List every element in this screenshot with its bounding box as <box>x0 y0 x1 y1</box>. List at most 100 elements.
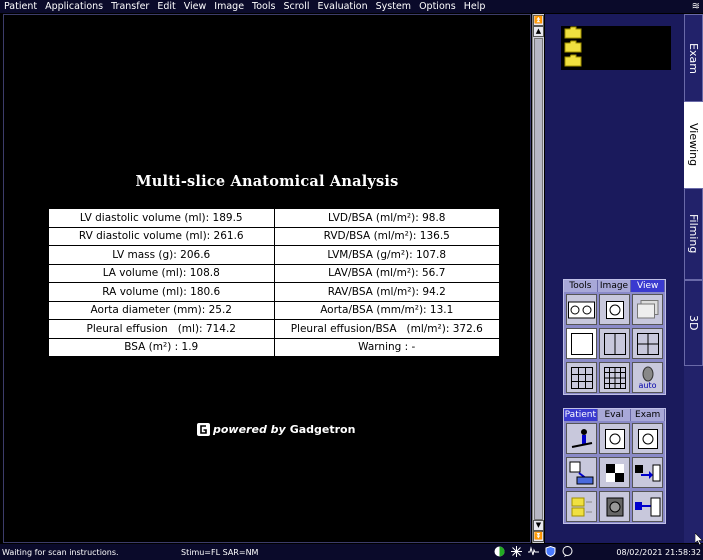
network-send-button[interactable] <box>632 491 663 522</box>
tab-exam[interactable]: Exam <box>684 14 703 102</box>
tab-3d[interactable]: 3D <box>684 280 703 366</box>
tab-viewing[interactable]: Viewing <box>684 102 703 188</box>
scroll-top-icon[interactable]: ⏫ <box>533 15 544 26</box>
measurement-cell: LV diastolic volume (ml): 189.5 <box>48 208 275 228</box>
shield-icon[interactable] <box>545 546 556 557</box>
folder-icon[interactable] <box>564 54 582 67</box>
tab-filming[interactable]: Filming <box>684 188 703 280</box>
folder-open-icon[interactable] <box>564 26 582 39</box>
load-to-viewer-button[interactable] <box>566 457 597 488</box>
measurement-cell: LA volume (ml): 108.8 <box>48 263 275 283</box>
tab-eval[interactable]: Eval <box>597 409 632 421</box>
gadgetron-logo-icon <box>197 423 210 436</box>
image-viewport[interactable]: Multi-slice Anatomical Analysis LV diast… <box>3 14 531 543</box>
auto-layout-button[interactable]: auto <box>632 362 663 393</box>
stack-view-icon <box>568 301 595 318</box>
table-row: Aorta diameter (mm): 25.2 Aorta/BSA (mm/m… <box>48 300 500 320</box>
right-panel: Exam Viewing Filming 3D Tools Image View <box>545 14 703 543</box>
image-browser-icon <box>604 428 625 449</box>
archive-button[interactable] <box>599 491 630 522</box>
menu-view[interactable]: View <box>180 1 211 12</box>
auto-label: auto <box>638 380 657 390</box>
indexed-measurement-cell: LAV/BSA (ml/m²): 56.7 <box>273 263 500 283</box>
series-folder-area[interactable] <box>561 26 671 70</box>
single-image-view-button[interactable] <box>599 294 630 325</box>
table-row: RA volume (ml): 180.6 RAV/BSA (ml/m²): 94… <box>48 282 500 302</box>
image-view-icon <box>637 428 658 449</box>
tab-image[interactable]: Image <box>597 280 632 292</box>
menu-patient[interactable]: Patient <box>0 1 41 12</box>
status-bar: Waiting for scan instructions. Stimu=FL … <box>0 544 703 560</box>
mouse-cursor-icon <box>695 533 703 545</box>
patient-images-button[interactable] <box>632 423 663 454</box>
table-row: Pleural effusion (ml): 714.2 Pleural effu… <box>48 319 500 339</box>
powered-by-gadgetron: powered by Gadgetron <box>197 423 355 436</box>
folder-icon[interactable] <box>564 40 582 53</box>
tab-filming-label: Filming <box>687 214 700 254</box>
table-row: LA volume (ml): 108.8 LAV/BSA (ml/m²): 56… <box>48 263 500 283</box>
menu-system[interactable]: System <box>372 1 415 12</box>
indexed-measurement-cell: Pleural effusion/BSA (ml/m²): 372.6 <box>273 319 500 339</box>
layout-3x3-icon <box>570 366 593 389</box>
menu-tools[interactable]: Tools <box>248 1 279 12</box>
scroll-bottom-icon[interactable]: ⏬ <box>533 531 544 542</box>
layout-1x1-button[interactable] <box>566 328 597 359</box>
network-transfer-icon <box>634 497 660 516</box>
image-stack-icon <box>636 299 658 318</box>
measurement-cell: BSA (m²) : 1.9 <box>48 337 275 357</box>
scanner-status-icon[interactable] <box>494 546 505 557</box>
transfer-image-button[interactable] <box>632 457 663 488</box>
table-row: LV diastolic volume (ml): 189.5 LVD/BSA (… <box>48 208 500 228</box>
measurement-cell: RA volume (ml): 180.6 <box>48 282 275 302</box>
menu-help[interactable]: Help <box>460 1 490 12</box>
table-row: LV mass (g): 206.6 LVM/BSA (g/m²): 107.8 <box>48 245 500 265</box>
menu-edit[interactable]: Edit <box>153 1 179 12</box>
stimulation-status: Stimu=FL SAR=NM <box>181 548 259 557</box>
menu-scroll[interactable]: Scroll <box>279 1 313 12</box>
layout-1x2-button[interactable] <box>599 328 630 359</box>
network-status-icon[interactable] <box>511 546 522 557</box>
checkerboard-button[interactable] <box>599 457 630 488</box>
menu-corner-icon[interactable]: ≋ <box>692 0 700 13</box>
layout-1x2-icon <box>603 332 626 355</box>
tab-view[interactable]: View <box>631 280 666 292</box>
checkerboard-icon <box>605 463 624 482</box>
menu-image[interactable]: Image <box>210 1 248 12</box>
scroll-up-icon[interactable]: ▲ <box>533 26 544 37</box>
indexed-measurement-cell: RVD/BSA (ml/m²): 136.5 <box>273 226 500 246</box>
powered-by-label: powered by <box>213 423 286 436</box>
menu-applications[interactable]: Applications <box>41 1 107 12</box>
layout-3x3-button[interactable] <box>566 362 597 393</box>
measurement-cell: Pleural effusion (ml): 714.2 <box>48 319 275 339</box>
tab-exam-tools[interactable]: Exam <box>631 409 666 421</box>
help-bubble-icon[interactable] <box>562 546 573 557</box>
signal-status-icon[interactable] <box>528 546 539 557</box>
tab-viewing-label: Viewing <box>687 123 700 167</box>
tab-tools[interactable]: Tools <box>564 280 598 292</box>
layout-2x2-icon <box>636 332 659 355</box>
stack-view-button[interactable] <box>566 294 597 325</box>
menu-transfer[interactable]: Transfer <box>107 1 153 12</box>
multi-image-view-button[interactable] <box>632 294 663 325</box>
layout-2x2-button[interactable] <box>632 328 663 359</box>
layout-1x1-icon <box>570 332 593 355</box>
menu-options[interactable]: Options <box>415 1 460 12</box>
indexed-measurement-cell: LVD/BSA (ml/m²): 98.8 <box>273 208 500 228</box>
measurement-cell: Aorta diameter (mm): 25.2 <box>48 300 275 320</box>
patient-browser-button[interactable] <box>599 423 630 454</box>
report-title: Multi-slice Anatomical Analysis <box>135 173 399 190</box>
measurement-cell: RV diastolic volume (ml): 261.6 <box>48 226 275 246</box>
patient-list-button[interactable] <box>566 491 597 522</box>
patient-tool-panel: Patient Eval Exam <box>563 408 666 524</box>
patient-register-button[interactable] <box>566 423 597 454</box>
tab-patient[interactable]: Patient <box>564 409 598 421</box>
viewer-scrollbar[interactable]: ⏫ ▲ ▼ ⏬ <box>532 14 544 543</box>
menu-evaluation[interactable]: Evaluation <box>314 1 372 12</box>
scroll-down-icon[interactable]: ▼ <box>533 520 544 531</box>
auto-layout-icon <box>642 366 653 381</box>
layout-4x4-button[interactable] <box>599 362 630 393</box>
status-datetime: 08/02/2021 21:58:32 <box>616 548 701 557</box>
layout-4x4-icon <box>603 366 626 389</box>
brand-name: Gadgetron <box>289 423 356 436</box>
scroll-track[interactable] <box>534 38 543 520</box>
